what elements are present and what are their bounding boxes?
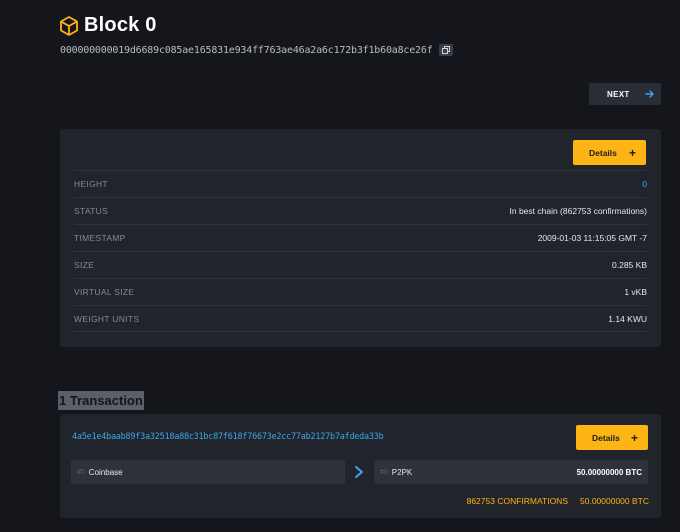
input-name: Coinbase bbox=[88, 467, 123, 477]
plus-icon: + bbox=[630, 430, 638, 445]
transaction-details-button[interactable]: Details + bbox=[576, 425, 648, 450]
page-title: Block 0 bbox=[84, 14, 157, 36]
block-info-card: Details + HEIGHT 0 STATUS In best chain … bbox=[60, 129, 661, 347]
output-index: #0 bbox=[380, 468, 388, 476]
info-row-size: SIZE 0.285 KB bbox=[74, 251, 647, 278]
height-value-link[interactable]: 0 bbox=[642, 179, 647, 189]
transaction-total: 50.00000000 BTC bbox=[580, 496, 649, 506]
info-row-weight-units: WEIGHT UNITS 1.14 KWU bbox=[74, 305, 647, 332]
input-index: #0 bbox=[77, 468, 85, 476]
transaction-card: 4a5e1e4baab89f3a32518a88c31bc87f618f7667… bbox=[60, 414, 661, 518]
info-label: VIRTUAL SIZE bbox=[74, 287, 135, 297]
info-row-height: HEIGHT 0 bbox=[74, 170, 647, 197]
output-type: P2PK bbox=[391, 467, 413, 477]
details-button-label: Details bbox=[589, 147, 617, 158]
cube-icon bbox=[60, 15, 78, 36]
info-row-timestamp: TIMESTAMP 2009-01-03 11:15:05 GMT -7 bbox=[74, 224, 647, 251]
timestamp-value: 2009-01-03 11:15:05 GMT -7 bbox=[537, 233, 647, 243]
block-hash[interactable]: 000000000019d6689c085ae165831e934ff763ae… bbox=[60, 45, 433, 56]
next-button-label: NEXT bbox=[607, 89, 630, 99]
arrow-right-icon bbox=[645, 90, 654, 98]
info-label: SIZE bbox=[74, 260, 95, 270]
plus-icon: + bbox=[628, 145, 636, 160]
transactions-heading: 1 Transaction bbox=[58, 391, 144, 410]
info-label: TIMESTAMP bbox=[74, 233, 126, 243]
info-label: HEIGHT bbox=[74, 179, 108, 189]
transaction-footer: 862753 CONFIRMATIONS 50.00000000 BTC bbox=[467, 496, 649, 506]
details-button-label: Details bbox=[592, 432, 620, 443]
next-block-button[interactable]: NEXT bbox=[589, 83, 661, 105]
size-value: 0.285 KB bbox=[612, 260, 647, 270]
transactions-heading-text: 1 Transaction bbox=[59, 393, 143, 408]
virtual-size-value: 1 vKB bbox=[624, 287, 647, 297]
copy-icon bbox=[441, 46, 450, 54]
info-label: WEIGHT UNITS bbox=[74, 313, 140, 324]
output-amount: 50.00000000 BTC bbox=[576, 467, 642, 477]
info-label: STATUS bbox=[74, 206, 109, 216]
weight-units-value: 1.14 KWU bbox=[608, 313, 647, 324]
chevron-right-icon bbox=[355, 466, 363, 478]
block-info-rows: HEIGHT 0 STATUS In best chain (862753 co… bbox=[74, 170, 647, 332]
block-details-button[interactable]: Details + bbox=[573, 140, 646, 165]
confirmations-count: 862753 CONFIRMATIONS bbox=[466, 496, 568, 506]
copy-hash-button[interactable] bbox=[438, 44, 453, 56]
status-value: In best chain (862753 confirmations) bbox=[509, 206, 648, 216]
transaction-output[interactable]: #0 P2PK 50.00000000 BTC bbox=[374, 460, 648, 484]
transaction-id-link[interactable]: 4a5e1e4baab89f3a32518a88c31bc87f618f7667… bbox=[72, 432, 384, 442]
info-row-status: STATUS In best chain (862753 confirmatio… bbox=[74, 197, 647, 224]
block-hash-row: 000000000019d6689c085ae165831e934ff763ae… bbox=[60, 44, 453, 56]
info-row-virtual-size: VIRTUAL SIZE 1 vKB bbox=[74, 278, 647, 305]
block-title-row: Block 0 bbox=[60, 14, 157, 37]
transaction-input[interactable]: #0 Coinbase bbox=[71, 460, 345, 484]
